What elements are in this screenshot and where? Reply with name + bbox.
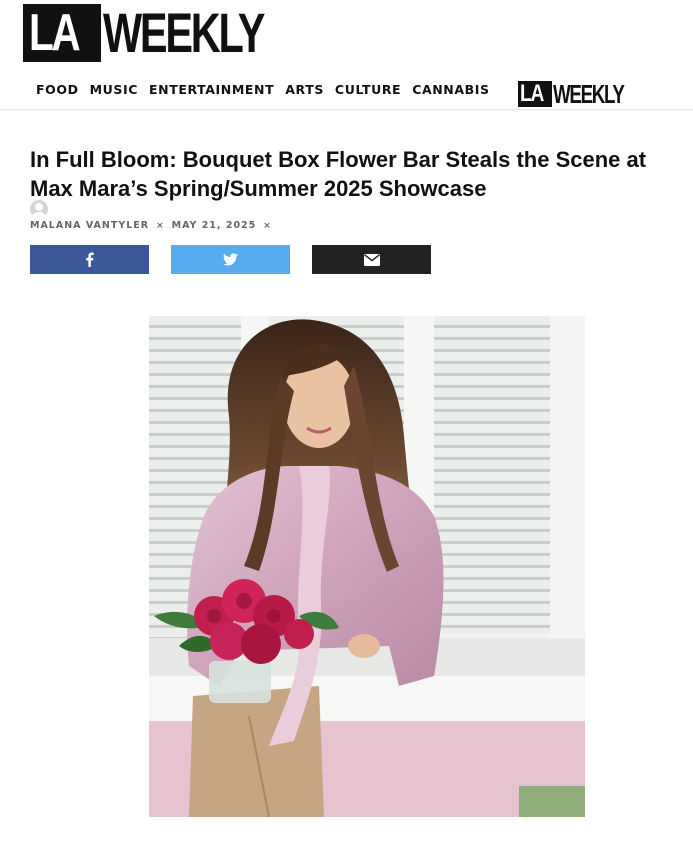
nav-logo-la: LA — [518, 81, 552, 107]
author-avatar-icon[interactable] — [30, 200, 48, 218]
twitter-icon — [223, 253, 238, 266]
nav-logo-weekly: WEEKLY — [553, 79, 625, 109]
facebook-icon — [86, 252, 94, 267]
logo-weekly-text: WEEKLY — [103, 1, 265, 64]
share-twitter-button[interactable] — [171, 245, 290, 274]
nav-item-music[interactable]: MUSIC — [90, 80, 138, 100]
logo-la-block: LA — [23, 4, 102, 62]
site-logo[interactable]: LA WEEKLY — [23, 4, 320, 62]
byline: MALANA VANTYLER × MAY 21, 2025 × — [30, 220, 279, 231]
author-name-link[interactable]: MALANA VANTYLER — [30, 220, 149, 231]
share-facebook-button[interactable] — [30, 245, 149, 274]
article-title: In Full Bloom: Bouquet Box Flower Bar St… — [30, 147, 647, 201]
byline-separator: × — [156, 220, 165, 231]
nav-item-cannabis[interactable]: CANNABIS — [412, 80, 489, 100]
nav-item-entertainment[interactable]: ENTERTAINMENT — [149, 80, 274, 100]
hero-photo — [149, 316, 585, 817]
byline-separator-trailing: × — [263, 220, 272, 231]
nav-item-food[interactable]: FOOD — [36, 80, 79, 100]
nav-item-culture[interactable]: CULTURE — [335, 80, 401, 100]
nav-divider — [0, 109, 693, 110]
nav-logo[interactable]: LA WEEKLY — [518, 81, 651, 107]
nav-item-arts[interactable]: ARTS — [285, 80, 324, 100]
publish-date: MAY 21, 2025 — [171, 220, 257, 231]
hero-photo-illustration — [149, 316, 585, 817]
main-nav: FOOD MUSIC ENTERTAINMENT ARTS CULTURE CA… — [36, 80, 501, 100]
envelope-icon — [363, 253, 380, 266]
share-email-button[interactable] — [312, 245, 431, 274]
